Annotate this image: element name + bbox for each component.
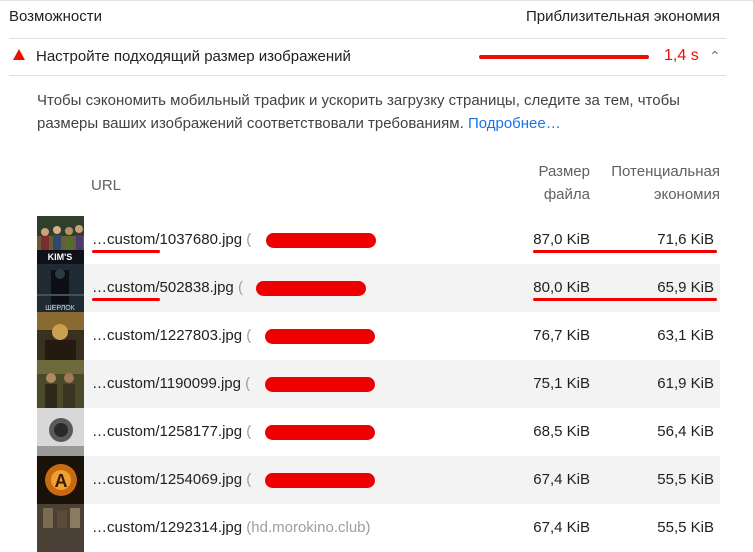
description-text: Чтобы сэкономить мобильный трафик и уско… [37,92,680,132]
audit-header[interactable]: Настройте подходящий размер изображений … [9,38,726,76]
thumbnail-image [37,504,84,552]
header-savings: Потенциальная экономия [611,160,720,206]
header-size-line1: Размер [538,163,590,180]
highlight-underline [533,250,717,253]
url-cell[interactable]: …custom/1037680.jpg ( [92,231,251,248]
savings-cell: 55,5 KiB [657,471,714,488]
learn-more-link[interactable]: Подробнее… [468,115,561,132]
size-cell: 75,1 KiB [533,375,590,392]
svg-text:ШЕРЛОК: ШЕРЛОК [45,305,75,312]
top-divider [0,0,753,1]
header-size-line2: файла [543,186,590,203]
url-cell[interactable]: …custom/1254069.jpg ( [92,471,251,488]
thumbnail-image [37,408,84,456]
savings-cell: 71,6 KiB [657,231,714,248]
header-size: Размер файла [538,160,590,206]
section-title: Возможности [9,8,102,25]
url-cell[interactable]: …custom/1190099.jpg ( [92,375,250,392]
redaction-mark [256,281,366,296]
redaction-mark [265,425,375,440]
size-cell: 87,0 KiB [533,231,590,248]
header-savings-line2: экономия [653,186,720,203]
header-savings-line1: Потенциальная [611,163,720,180]
savings-bar [479,55,649,59]
audit-description: Чтобы сэкономить мобильный трафик и уско… [37,89,717,135]
table-row: KIM'S …custom/1037680.jpg ( 87,0 KiB 71,… [36,216,720,264]
table-row: …custom/1227803.jpg ( 76,7 KiB 63,1 KiB [36,312,720,360]
thumbnail-image [37,312,84,360]
redaction-mark [265,473,375,488]
thumbnail-image: A [37,456,84,504]
redaction-mark [265,377,375,392]
svg-text:KIM'S: KIM'S [48,252,73,262]
size-cell: 68,5 KiB [533,423,590,440]
highlight-underline [92,298,160,301]
audit-savings: 1,4 s [664,47,699,64]
highlight-underline [92,250,160,253]
url-cell[interactable]: …custom/1258177.jpg ( [92,423,251,440]
svg-text:A: A [55,471,68,491]
highlight-underline [533,298,717,301]
redaction-mark [266,233,376,248]
chevron-up-icon[interactable]: ⌃ [709,48,721,65]
table-row: …custom/1190099.jpg ( 75,1 KiB 61,9 KiB [36,360,720,408]
thumbnail-image [37,360,84,408]
table-row: …custom/1258177.jpg ( 68,5 KiB 56,4 KiB [36,408,720,456]
header-url: URL [91,177,122,194]
audit-title: Настройте подходящий размер изображений [36,48,351,65]
thumbnail-image: ШЕРЛОК [37,264,84,312]
url-cell[interactable]: …custom/1227803.jpg ( [92,327,251,344]
size-cell: 80,0 KiB [533,279,590,296]
savings-cell: 65,9 KiB [657,279,714,296]
size-cell: 76,7 KiB [533,327,590,344]
fail-triangle-icon [13,49,25,60]
savings-cell: 56,4 KiB [657,423,714,440]
savings-cell: 63,1 KiB [657,327,714,344]
size-cell: 67,4 KiB [533,471,590,488]
redaction-mark [265,329,375,344]
table-row: ШЕРЛОК …custom/502838.jpg ( 80,0 KiB 65,… [36,264,720,312]
url-cell[interactable]: …custom/502838.jpg ( [92,279,243,296]
savings-cell: 61,9 KiB [657,375,714,392]
table-row: …custom/1292314.jpg (hd.morokino.club) 6… [36,504,720,552]
table-row: A …custom/1254069.jpg ( 67,4 KiB 55,5 Ki… [36,456,720,504]
thumbnail-image: KIM'S [37,216,84,264]
savings-column-title: Приблизительная экономия [525,8,720,25]
